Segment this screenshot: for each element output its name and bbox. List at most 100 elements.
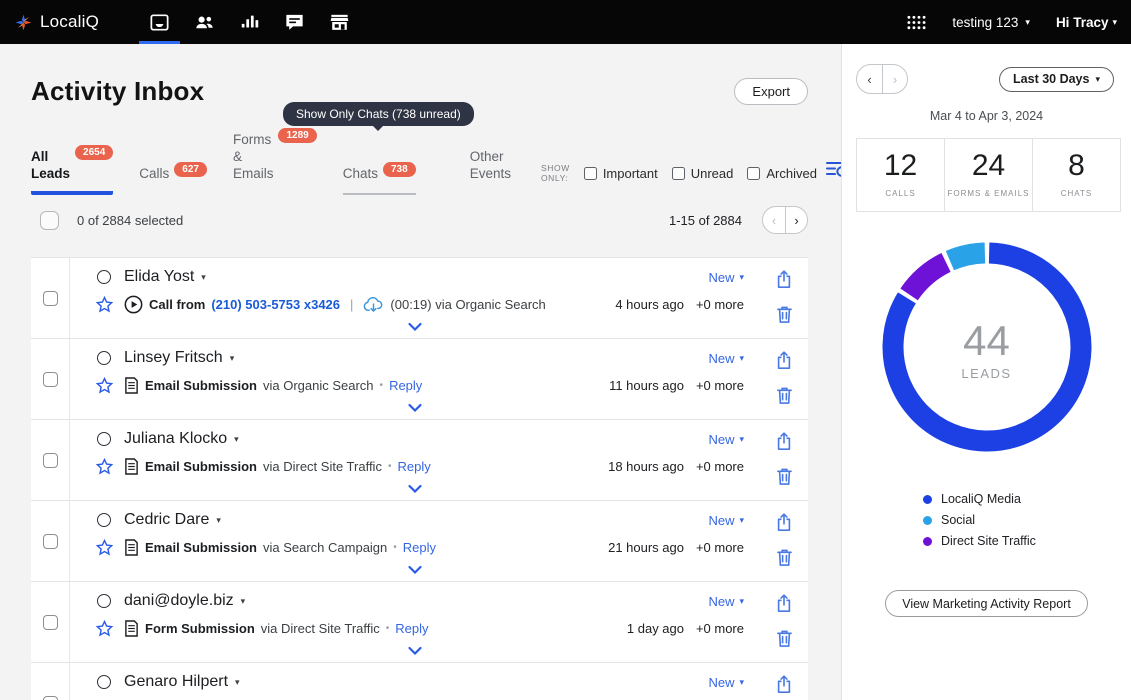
donut-segment-social	[881, 241, 1093, 453]
expand-row-chevron[interactable]	[408, 562, 423, 580]
row-checkbox[interactable]	[43, 534, 58, 549]
lead-name[interactable]: Linsey Fritsch ▾	[124, 349, 234, 367]
account-selector[interactable]: testing 123 ▾	[952, 15, 1030, 30]
reply-link[interactable]: Reply	[395, 621, 428, 636]
tab-other-events[interactable]: Other Events	[470, 148, 511, 195]
delete-lead-button[interactable]	[776, 467, 793, 486]
tab-forms-emails[interactable]: Forms & Emails 1289	[233, 131, 317, 195]
star-icon[interactable]	[95, 295, 114, 314]
view-report-button[interactable]: View Marketing Activity Report	[885, 590, 1088, 617]
reply-link[interactable]: Reply	[397, 459, 430, 474]
delete-lead-button[interactable]	[776, 305, 793, 324]
top-nav: LocaliQ	[0, 0, 1131, 44]
reply-link[interactable]: Reply	[403, 540, 436, 555]
row-checkbox[interactable]	[43, 615, 58, 630]
legend-item: Direct Site Traffic	[923, 534, 1131, 548]
lead-stage-dropdown[interactable]: New ▾	[708, 270, 744, 285]
expand-row-chevron[interactable]	[408, 643, 423, 661]
app-launcher-icon[interactable]	[907, 15, 926, 30]
share-lead-button[interactable]	[775, 513, 793, 532]
more-events-link[interactable]: +0 more	[688, 621, 744, 636]
prev-period-button[interactable]: ‹	[857, 65, 882, 93]
more-events-link[interactable]: +0 more	[688, 540, 744, 555]
row-checkbox[interactable]	[43, 453, 58, 468]
reply-link[interactable]: Reply	[389, 378, 422, 393]
storefront-tab[interactable]	[317, 0, 362, 44]
lead-row: Genaro Hilpert ▾ New ▾	[31, 663, 808, 700]
lead-stage-dropdown[interactable]: New ▾	[708, 351, 744, 366]
expand-row-chevron[interactable]	[408, 400, 423, 418]
reports-tab[interactable]	[227, 0, 272, 44]
expand-row-chevron[interactable]	[408, 481, 423, 499]
tab-calls[interactable]: Calls 627	[139, 165, 207, 195]
document-icon	[124, 620, 139, 637]
read-status-icon[interactable]	[97, 270, 111, 284]
checkbox[interactable]	[672, 167, 685, 180]
read-status-icon[interactable]	[97, 513, 111, 527]
user-menu[interactable]: Hi Tracy ▾	[1056, 15, 1117, 30]
share-lead-button[interactable]	[775, 351, 793, 370]
lead-stage-dropdown[interactable]: New ▾	[708, 594, 744, 609]
inbox-tab[interactable]	[137, 0, 182, 44]
read-status-icon[interactable]	[97, 675, 111, 689]
lead-name[interactable]: Elida Yost ▾	[124, 268, 206, 286]
tab-all-leads[interactable]: All Leads 2654	[31, 148, 113, 195]
brand-logo[interactable]: LocaliQ	[14, 12, 99, 32]
lead-stage-dropdown[interactable]: New ▾	[708, 513, 744, 528]
lead-name[interactable]: Genaro Hilpert ▾	[124, 673, 240, 691]
download-recording-icon[interactable]	[363, 296, 384, 314]
star-icon[interactable]	[95, 538, 114, 557]
star-icon[interactable]	[95, 619, 114, 638]
delete-lead-button[interactable]	[776, 386, 793, 405]
read-status-icon[interactable]	[97, 432, 111, 446]
next-page-button[interactable]: ›	[785, 207, 807, 233]
play-recording-icon[interactable]	[124, 295, 143, 314]
filter-archived[interactable]: Archived	[747, 166, 817, 181]
export-button[interactable]: Export	[734, 78, 808, 105]
chevron-down-icon: ▾	[241, 597, 246, 606]
event-source: via Direct Site Traffic	[261, 621, 380, 636]
share-lead-button[interactable]	[775, 594, 793, 613]
share-lead-button[interactable]	[775, 675, 793, 694]
row-checkbox[interactable]	[43, 291, 58, 306]
brand-name: LocaliQ	[40, 12, 99, 32]
row-checkbox[interactable]	[43, 696, 58, 700]
read-status-icon[interactable]	[97, 594, 111, 608]
lead-stage-dropdown[interactable]: New ▾	[708, 432, 744, 447]
share-lead-button[interactable]	[775, 432, 793, 451]
lead-name[interactable]: Cedric Dare ▾	[124, 511, 221, 529]
delete-lead-button[interactable]	[776, 629, 793, 648]
prev-page-button[interactable]: ‹	[763, 207, 785, 233]
star-icon[interactable]	[95, 376, 114, 395]
more-events-link[interactable]: +0 more	[688, 297, 744, 312]
event-description: Form Submission via Direct Site Traffic …	[124, 620, 429, 637]
date-range-dropdown[interactable]: Last 30 Days ▾	[999, 67, 1114, 92]
delete-lead-button[interactable]	[776, 548, 793, 567]
tab-chats[interactable]: Chats 738	[343, 165, 416, 195]
row-checkbox[interactable]	[43, 372, 58, 387]
lead-name[interactable]: Juliana Klocko ▾	[124, 430, 239, 448]
stat-forms-emails: 24 FORMS & EMAILS	[944, 139, 1032, 211]
more-events-link[interactable]: +0 more	[688, 459, 744, 474]
contacts-tab[interactable]	[182, 0, 227, 44]
event-source: via Organic Search	[263, 378, 374, 393]
phone-link[interactable]: (210) 503-5753 x3426	[211, 297, 340, 312]
event-type: Email Submission	[145, 378, 257, 393]
chevron-down-icon: ▾	[739, 597, 744, 606]
chat-tab[interactable]	[272, 0, 317, 44]
star-icon[interactable]	[95, 457, 114, 476]
checkbox[interactable]	[747, 167, 760, 180]
share-lead-button[interactable]	[775, 270, 793, 289]
next-period-button[interactable]: ›	[882, 65, 907, 93]
event-description: Email Submission via Organic Search • Re…	[124, 377, 422, 394]
lead-name[interactable]: dani@doyle.biz ▾	[124, 592, 245, 610]
trash-icon	[776, 305, 793, 324]
lead-stage-dropdown[interactable]: New ▾	[708, 675, 744, 690]
checkbox[interactable]	[584, 167, 597, 180]
filter-unread[interactable]: Unread	[672, 166, 734, 181]
select-all-checkbox[interactable]	[40, 211, 59, 230]
expand-row-chevron[interactable]	[408, 319, 423, 337]
filter-important[interactable]: Important	[584, 166, 658, 181]
more-events-link[interactable]: +0 more	[688, 378, 744, 393]
read-status-icon[interactable]	[97, 351, 111, 365]
